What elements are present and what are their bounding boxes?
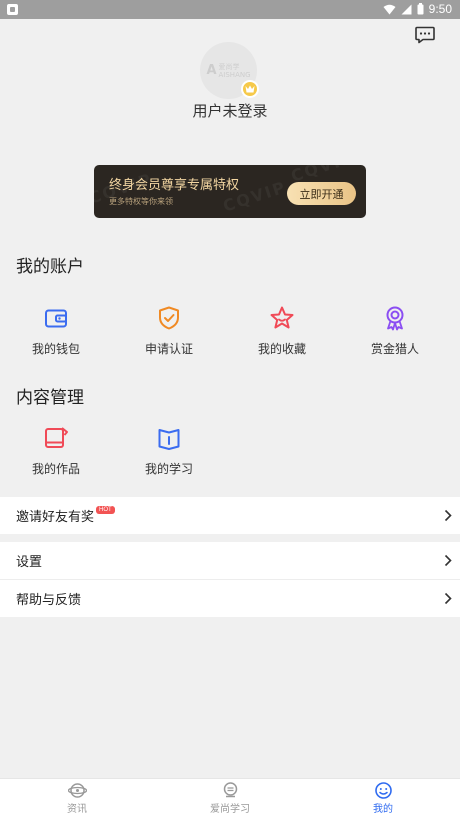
my-study-label: 我的学习 [144,462,193,476]
book-icon [158,429,180,450]
learn-icon [223,782,237,798]
hot-badge: HOT [96,505,115,514]
tab-learning-label: 爱尚学习 [210,804,250,815]
help-feedback-row[interactable]: 帮助与反馈 [0,580,460,617]
open-vip-button[interactable]: 立即开通 [287,182,356,205]
message-icon[interactable] [415,26,435,44]
chevron-right-icon [444,554,452,567]
my-works-button[interactable]: 我的作品 [1,425,111,477]
favorites-label: 我的收藏 [257,342,306,356]
chevron-right-icon [444,509,452,522]
content-section-title: 内容管理 [16,388,84,408]
account-section-title: 我的账户 [16,257,84,277]
bottom-tab-bar: 资讯 爱尚学习 我的 [0,778,460,817]
invite-friends-row[interactable]: 邀请好友有奖 HOT [0,497,460,534]
my-study-button[interactable]: 我的学习 [114,425,224,477]
chevron-right-icon [444,592,452,605]
wallet-label: 我的钱包 [31,342,80,356]
help-feedback-label: 帮助与反馈 [16,593,82,608]
invite-friends-label: 邀请好友有奖 [16,510,95,525]
login-prompt[interactable]: 用户未登录 [0,100,460,121]
status-time: 9:50 [428,2,452,16]
crown-icon [241,80,259,98]
certify-label: 申请认证 [144,342,193,356]
wifi-icon [383,4,396,14]
battery-icon [417,3,424,15]
tab-mine[interactable]: 我的 [343,782,423,815]
shield-check-icon [159,306,179,330]
favorites-button[interactable]: 我的收藏 [227,305,337,357]
notification-icon [7,4,18,15]
status-bar: 9:50 [0,0,460,19]
tab-news-label: 资讯 [67,804,87,815]
wallet-icon [45,309,67,328]
wallet-button[interactable]: 我的钱包 [1,305,111,357]
vip-title: 终身会员尊享专属特权 [109,178,240,193]
app-logo: A 爱尚学 AISHANG [206,62,251,79]
signal-icon [401,4,412,14]
tab-news[interactable]: 资讯 [37,782,117,815]
star-icon [270,306,294,329]
vip-subtitle: 更多特权等你来领 [109,197,173,206]
news-icon [67,783,87,798]
tab-learning[interactable]: 爱尚学习 [190,782,270,815]
bounty-hunter-label: 赏金猎人 [370,342,419,356]
settings-label: 设置 [16,555,43,570]
bounty-hunter-button[interactable]: 赏金猎人 [340,305,450,357]
settings-row[interactable]: 设置 [0,542,460,579]
certify-button[interactable]: 申请认证 [114,305,224,357]
profile-icon [374,782,392,799]
my-works-label: 我的作品 [31,462,80,476]
tab-mine-label: 我的 [373,804,393,815]
vip-banner[interactable]: CQVIP CQVIP CQVIP 终身会员尊享专属特权 更多特权等你来领 立即… [94,165,366,218]
medal-icon [386,306,404,331]
works-icon [45,427,68,448]
